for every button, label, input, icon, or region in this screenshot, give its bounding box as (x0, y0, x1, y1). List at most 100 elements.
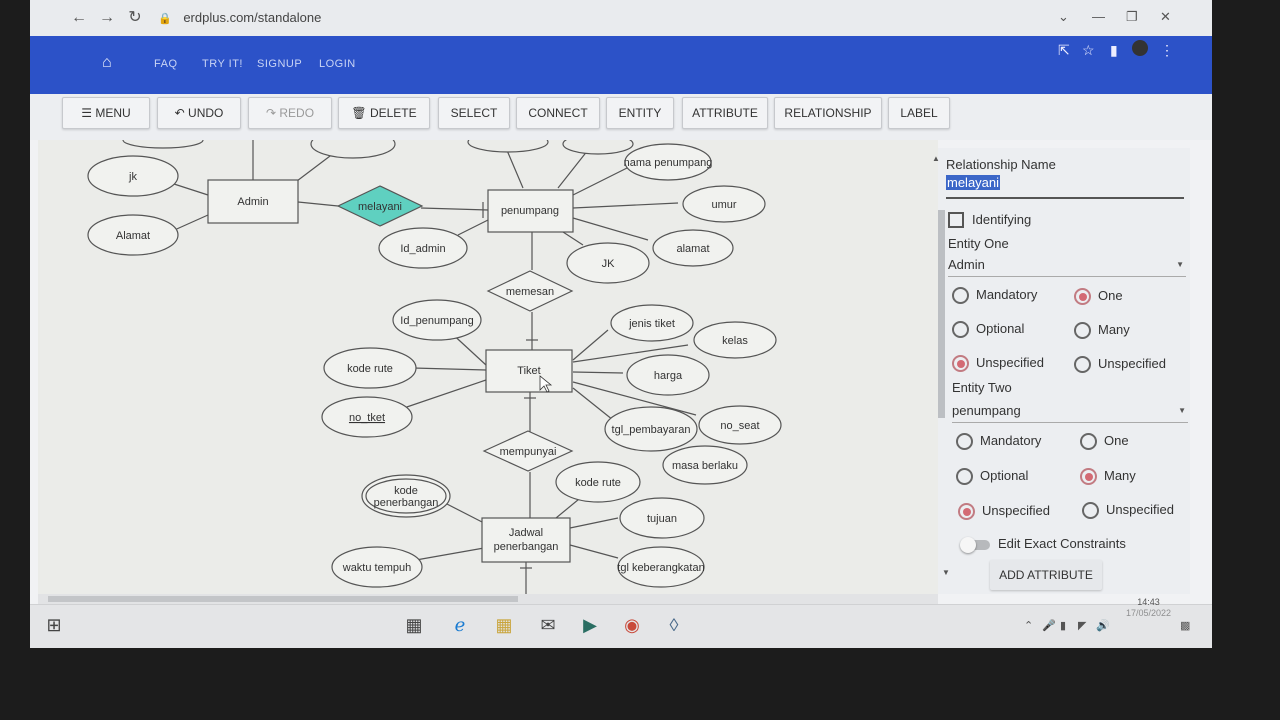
nav-signup[interactable]: SIGNUP (257, 58, 302, 70)
attribute-alamat[interactable]: alamat (652, 229, 734, 267)
maximize-icon[interactable]: ❐ (1126, 9, 1138, 25)
identifying-checkbox[interactable] (948, 212, 964, 228)
diagram-canvas[interactable]: Admin penumpang Tiket Jadwal penerbangan… (38, 140, 938, 594)
menu-button[interactable]: ☰ MENU (62, 97, 150, 129)
attribute-jk[interactable]: JK (566, 242, 650, 284)
e1-optional-radio[interactable] (952, 321, 969, 338)
file-explorer-icon[interactable]: ▦ (492, 613, 516, 637)
entity-one-select[interactable]: Admin ▼ (948, 254, 1186, 277)
attribute-kode-penerbangan[interactable]: kodepenerbangan (361, 474, 451, 518)
e1-many-radio[interactable] (1074, 322, 1091, 339)
address-bar[interactable]: 🔒 erdplus.com/standalone (158, 6, 1158, 30)
scroll-up-icon[interactable]: ▲ (932, 154, 940, 163)
e2-optional-label: Optional (980, 468, 1029, 483)
e2-unspecified-cardinality-radio[interactable] (1082, 502, 1099, 519)
attribute-umur[interactable]: umur (682, 185, 766, 223)
attribute-kode-rute[interactable]: kode rute (555, 461, 641, 503)
redo-button[interactable]: ↷ REDO (248, 97, 332, 129)
attribute-alamat[interactable]: Alamat (87, 214, 179, 256)
attribute-tgl-keberangkatan[interactable]: tgl keberangkatan (617, 546, 705, 588)
e1-mandatory-radio[interactable] (952, 287, 969, 304)
e1-one-radio[interactable] (1074, 288, 1091, 305)
windows-start-icon[interactable]: ⊞ (42, 613, 66, 637)
edit-exact-constraints-toggle[interactable] (960, 537, 990, 553)
scrollbar-thumb[interactable] (48, 596, 518, 602)
nav-faq[interactable]: FAQ (154, 58, 178, 70)
chevron-down-icon[interactable]: ⌄ (1058, 9, 1069, 25)
attribute-id_penumpang[interactable]: Id_penumpang (392, 299, 482, 341)
home-icon[interactable]: ⌂ (102, 54, 112, 72)
e2-one-radio[interactable] (1080, 433, 1097, 450)
entity-jadwal-penerbangan[interactable]: Jadwal penerbangan (481, 517, 571, 563)
entity-two-select[interactable]: penumpang ▼ (952, 400, 1188, 423)
nav-login[interactable]: LOGIN (319, 58, 356, 70)
attribute-waktu-tempuh[interactable]: waktu tempuh (331, 546, 423, 588)
entity-button[interactable]: ENTITY (606, 97, 674, 129)
clock[interactable]: 14:43 17/05/2022 (1126, 597, 1171, 619)
close-icon[interactable]: ✕ (1160, 9, 1171, 25)
e2-many-radio[interactable] (1080, 468, 1097, 485)
svg-text:kode rute: kode rute (575, 477, 621, 489)
attribute-tgl_pembayaran[interactable]: tgl_pembayaran (604, 406, 698, 452)
clock-date: 17/05/2022 (1126, 608, 1172, 618)
volume-icon[interactable]: 🔊 (1096, 619, 1110, 632)
share-icon[interactable]: ⇱ (1058, 42, 1070, 59)
attribute-jenis-tiket[interactable]: jenis tiket (610, 304, 694, 342)
reload-icon[interactable]: ↻ (126, 9, 144, 27)
relationship-memesan[interactable]: memesan (486, 270, 574, 312)
task-view-icon[interactable]: ▦ (402, 613, 426, 637)
attribute-kode-rute[interactable]: kode rute (323, 347, 417, 389)
sidebar-icon[interactable]: ▮ (1110, 42, 1118, 59)
attribute-button[interactable]: ATTRIBUTE (682, 97, 768, 129)
attribute-tujuan[interactable]: tujuan (619, 497, 705, 539)
entity-admin[interactable]: Admin (207, 179, 299, 224)
minimize-icon[interactable]: — (1092, 9, 1105, 24)
relationship-mempunyai[interactable]: mempunyai (482, 430, 574, 472)
relationship-button[interactable]: RELATIONSHIP (774, 97, 882, 129)
entity-penumpang[interactable]: penumpang (487, 189, 574, 233)
battery-icon[interactable]: ▮ (1060, 619, 1066, 632)
relationship-melayani[interactable]: melayani (336, 185, 424, 227)
e2-mandatory-radio[interactable] (956, 433, 973, 450)
label-button[interactable]: LABEL (888, 97, 950, 129)
attribute-kelas[interactable]: kelas (693, 321, 777, 359)
e1-unspecified-cardinality-radio[interactable] (1074, 356, 1091, 373)
notification-icon[interactable]: ▩ (1180, 619, 1190, 632)
scroll-down-icon[interactable]: ▼ (942, 568, 950, 577)
svg-text:tujuan: tujuan (647, 513, 677, 525)
network-icon[interactable]: ◤ (1078, 619, 1086, 632)
nav-try-it[interactable]: TRY IT! (202, 58, 243, 70)
e2-unspecified-participation-radio[interactable] (958, 503, 975, 520)
add-attribute-button[interactable]: ADD ATTRIBUTE (990, 560, 1102, 590)
connect-button[interactable]: CONNECT (516, 97, 600, 129)
attribute-no_seat[interactable]: no_seat (698, 405, 782, 445)
panel-scrollbar[interactable] (938, 210, 945, 418)
profile-icon[interactable] (1132, 40, 1148, 56)
microphone-icon[interactable]: 🎤 (1042, 619, 1056, 632)
chrome-icon[interactable]: ◉ (620, 613, 644, 637)
forward-icon[interactable]: → (98, 9, 116, 27)
relationship-name-input[interactable]: melayani (946, 175, 1184, 199)
entity-tiket[interactable]: Tiket (485, 349, 573, 393)
undo-button[interactable]: ↶ UNDO (157, 97, 241, 129)
e2-optional-radio[interactable] (956, 468, 973, 485)
attribute-nama-penumpang[interactable]: nama penumpang (624, 143, 713, 181)
app-icon[interactable]: ◊ (662, 613, 686, 637)
attribute-jk[interactable]: jk (87, 155, 179, 197)
star-icon[interactable]: ☆ (1082, 42, 1095, 59)
svg-text:jenis tiket: jenis tiket (628, 318, 675, 330)
e1-unspecified-participation-radio[interactable] (952, 355, 969, 372)
tray-chevron-icon[interactable]: ⌃ (1024, 619, 1033, 632)
kebab-menu-icon[interactable]: ⋮ (1160, 42, 1174, 59)
canvas-horizontal-scrollbar[interactable] (38, 594, 938, 604)
edge-icon[interactable]: ℯ (448, 613, 472, 637)
delete-button[interactable]: 🗑 DELETE (338, 97, 430, 129)
select-button[interactable]: SELECT (438, 97, 510, 129)
attribute-id_admin[interactable]: Id_admin (378, 227, 468, 269)
attribute-no_tket[interactable]: no_tket (321, 396, 413, 438)
attribute-harga[interactable]: harga (626, 354, 710, 396)
mail-icon[interactable]: ✉ (536, 613, 560, 637)
store-icon[interactable]: ▶ (578, 613, 602, 637)
attribute-masa-berlaku[interactable]: masa berlaku (662, 445, 748, 485)
back-icon[interactable]: ← (70, 9, 88, 27)
